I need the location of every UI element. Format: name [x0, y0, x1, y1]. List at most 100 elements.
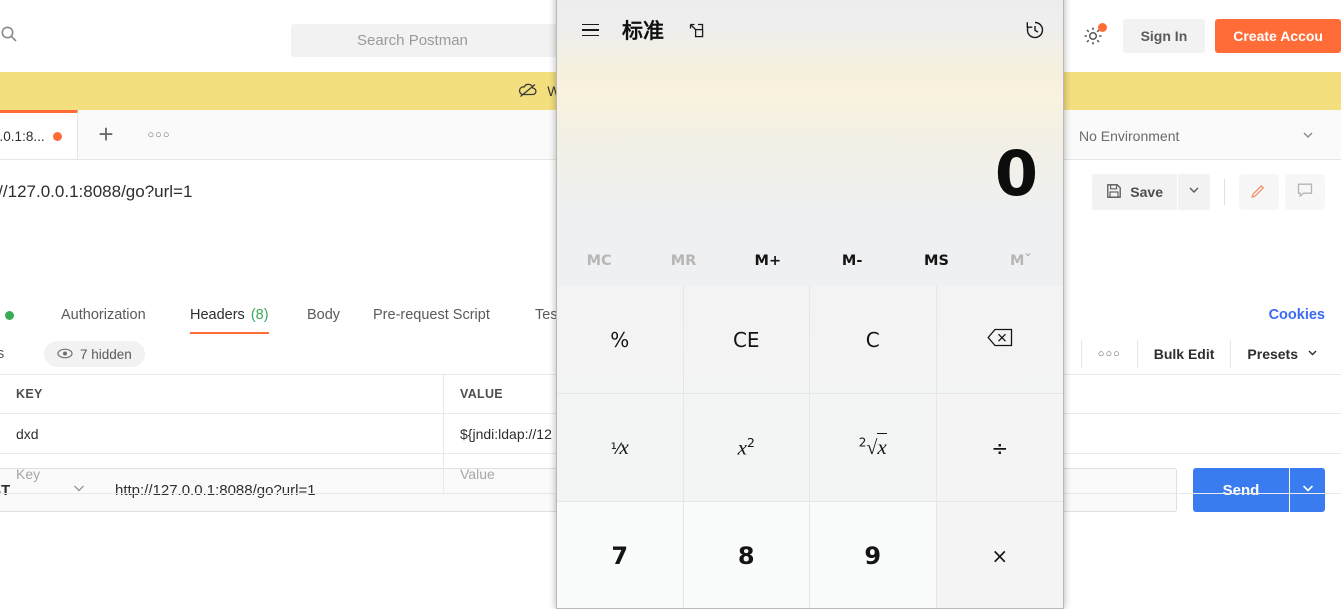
params-indicator-dot	[5, 310, 15, 320]
bulk-edit-button[interactable]: Bulk Edit	[1136, 340, 1231, 368]
presets-button[interactable]: Presets	[1230, 340, 1335, 368]
square-key-label: x2	[737, 434, 755, 460]
environment-value: No Environment	[1079, 128, 1180, 144]
headers-more-label: ○○○	[1097, 348, 1121, 360]
sign-in-button[interactable]: Sign In	[1122, 19, 1206, 53]
bulk-edit-label: Bulk Edit	[1153, 346, 1215, 362]
column-header-key: KEY	[0, 375, 444, 413]
calculator-mode-label: 标准	[622, 19, 664, 43]
divide-key[interactable]: ÷	[936, 394, 1063, 502]
memory-add-label: M+	[754, 253, 782, 269]
history-icon[interactable]	[1023, 18, 1047, 42]
nine-key[interactable]: 9	[810, 502, 937, 608]
backspace-icon	[987, 328, 1013, 352]
sign-in-label: Sign In	[1140, 28, 1188, 44]
memory-clear-button[interactable]: MC	[557, 236, 641, 286]
percent-key[interactable]: %	[557, 286, 684, 394]
memory-store-label: MS	[924, 253, 949, 269]
calculator-display: 0	[557, 58, 1063, 236]
reciprocal-key[interactable]: ¹⁄x	[557, 394, 684, 502]
tab-headers-count: (8)	[250, 307, 269, 323]
hidden-headers-toggle[interactable]: 7 hidden	[44, 341, 145, 367]
presets-label: Presets	[1247, 346, 1298, 362]
tab-pre-request-script[interactable]: Pre-request Script	[373, 296, 490, 334]
edit-button[interactable]	[1239, 174, 1279, 210]
request-tab[interactable]: http://127.0.0.1:8...	[0, 110, 78, 159]
hamburger-icon[interactable]	[573, 12, 609, 48]
clear-key[interactable]: C	[810, 286, 937, 394]
search-placeholder: Search Postman	[357, 32, 468, 49]
new-tab-button[interactable]: +	[78, 110, 134, 159]
unsaved-indicator-dot	[52, 131, 62, 141]
calculator-keypad: % CE C ¹⁄x x2 2√x ÷ 7 8 9 ×	[557, 286, 1063, 608]
tab-options-label: ○○○	[147, 128, 171, 141]
headers-toolbar: ○○○ Bulk Edit Presets	[1080, 334, 1335, 374]
cookies-link[interactable]: Cookies	[1269, 296, 1325, 334]
page-title: p://127.0.0.1:8088/go?url=1	[0, 182, 193, 201]
square-key[interactable]: x2	[683, 394, 810, 502]
clear-key-label: C	[865, 327, 880, 352]
memory-add-button[interactable]: M+	[726, 236, 810, 286]
divider	[1224, 179, 1225, 205]
memory-store-button[interactable]: MS	[894, 236, 978, 286]
backspace-key[interactable]	[936, 286, 1063, 394]
memory-list-button[interactable]: Mˇ	[979, 236, 1063, 286]
save-disk-icon	[1106, 183, 1122, 202]
memory-recall-label: MR	[670, 253, 697, 269]
multiply-key-label: ×	[991, 543, 1009, 568]
create-account-label: Create Accou	[1233, 28, 1323, 44]
eight-key-label: 8	[737, 541, 755, 570]
create-account-button[interactable]: Create Accou	[1215, 19, 1341, 53]
chevron-down-icon	[1301, 128, 1315, 145]
eye-icon	[57, 347, 73, 362]
save-button[interactable]: Save	[1092, 174, 1177, 210]
request-tab-label: http://127.0.0.1:8...	[0, 128, 45, 144]
gear-icon[interactable]	[1071, 14, 1115, 58]
tab-authorization-label: Authorization	[61, 307, 146, 323]
tab-options-button[interactable]: ○○○	[134, 110, 184, 159]
tab-authorization[interactable]: Authorization	[61, 296, 146, 334]
square-root-key[interactable]: 2√x	[810, 394, 937, 502]
calculator-navbar: 标准	[557, 2, 1063, 58]
nine-key-label: 9	[864, 541, 882, 570]
header-key-cell[interactable]: dxd	[0, 414, 444, 453]
calculator-window: 计算器 标准 0	[556, 0, 1064, 609]
display-value: 0	[994, 137, 1038, 210]
chevron-down-icon	[1306, 346, 1319, 362]
memory-row: MC MR M+ M- MS Mˇ	[557, 236, 1063, 286]
environment-selector[interactable]: No Environment	[1063, 120, 1325, 152]
tab-headers-label: Headers	[190, 307, 245, 323]
new-tab-label: +	[98, 119, 114, 149]
keep-on-top-icon[interactable]	[687, 21, 706, 40]
memory-subtract-label: M-	[841, 253, 863, 269]
screen: Search Postman Sign In Create Accou .0.1…	[0, 0, 1341, 609]
memory-subtract-button[interactable]: M-	[810, 236, 894, 286]
tab-headers[interactable]: Headers (8)	[190, 296, 269, 334]
save-label: Save	[1130, 184, 1163, 200]
multiply-key[interactable]: ×	[936, 502, 1063, 608]
headers-more-button[interactable]: ○○○	[1080, 340, 1137, 368]
cookies-label: Cookies	[1268, 307, 1325, 323]
memory-clear-label: MC	[586, 253, 612, 269]
comment-button[interactable]	[1285, 174, 1325, 210]
comment-icon	[1296, 181, 1314, 204]
header-actions: Sign In Create Accou	[1027, 14, 1341, 58]
new-header-key-input[interactable]: Key	[0, 454, 444, 493]
tab-tests[interactable]: Tes	[535, 296, 558, 334]
pencil-icon	[1250, 181, 1268, 204]
divide-key-label: ÷	[991, 435, 1009, 460]
eight-key[interactable]: 8	[683, 502, 810, 608]
cloud-offline-icon	[518, 82, 538, 101]
tab-pre-request-script-label: Pre-request Script	[373, 307, 490, 323]
search-icon	[0, 25, 18, 48]
memory-recall-button[interactable]: MR	[641, 236, 725, 286]
chevron-down-icon	[1187, 183, 1201, 202]
request-actions: Save	[1092, 174, 1325, 210]
tab-body[interactable]: Body	[307, 296, 340, 334]
save-options-button[interactable]	[1178, 174, 1210, 210]
tab-body-label: Body	[307, 307, 341, 323]
tab-params[interactable]: ms	[0, 296, 15, 334]
seven-key[interactable]: 7	[557, 502, 684, 608]
clear-entry-key[interactable]: CE	[683, 286, 810, 394]
headers-section-label: ders	[0, 346, 5, 362]
